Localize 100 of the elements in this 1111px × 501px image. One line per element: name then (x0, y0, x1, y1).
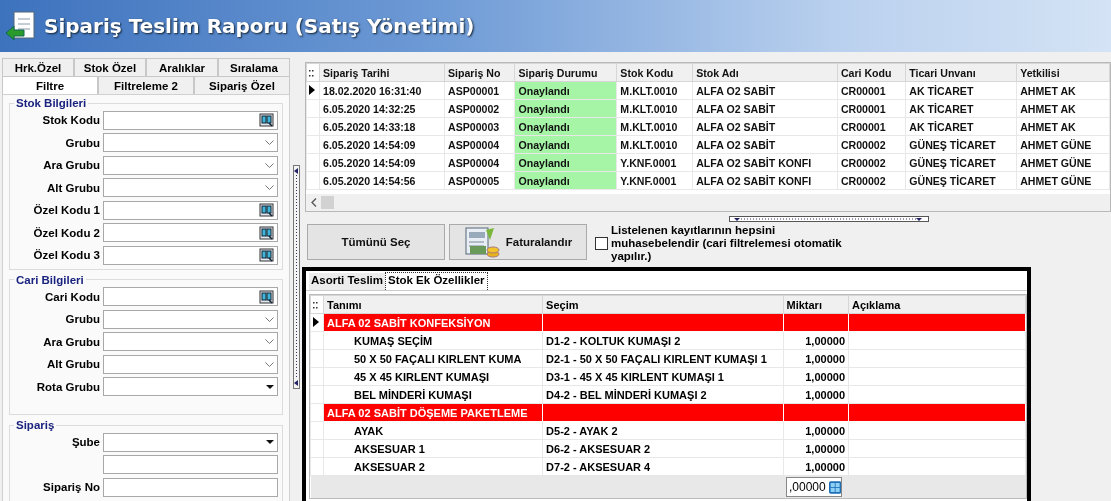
lookup-icon (259, 289, 274, 304)
table-cell: ALFA O2 SABİT KONFI (692, 153, 838, 172)
table-cell: AYAK (323, 421, 543, 440)
button[interactable]: Tümünü Seç (307, 224, 445, 260)
table-cell: M.KLT.0010 (616, 99, 693, 118)
lookup-icon (259, 225, 274, 240)
tab[interactable]: Hrk.Özel (2, 58, 74, 76)
column-header[interactable]: Sipariş Tarihi (319, 63, 445, 82)
combo-box[interactable] (103, 354, 278, 374)
combo-box[interactable] (103, 178, 278, 198)
caret-down-icon[interactable] (266, 440, 274, 445)
column-header[interactable]: Sipariş No (444, 63, 515, 82)
checkbox[interactable] (595, 237, 608, 250)
scroll-left-icon[interactable] (311, 198, 317, 207)
column-header[interactable]: Tanımı (323, 295, 543, 314)
column-header[interactable]: Miktarı (783, 295, 849, 314)
chevron-down-icon[interactable] (265, 361, 274, 367)
column-header[interactable]: Seçim (542, 295, 783, 314)
chevron-down-icon[interactable] (265, 339, 274, 345)
field-label: Özel Kodu 1 (32, 204, 101, 217)
table-cell: D6-2 - AKSESUAR 2 (542, 439, 783, 458)
table-cell: AK TİCARET (905, 99, 1017, 118)
field-label: Stok Kodu (41, 114, 101, 127)
text-field[interactable] (103, 455, 278, 475)
total-field[interactable]: ,00000 (786, 477, 842, 497)
lookup-field[interactable] (103, 200, 278, 220)
scrollbar[interactable] (306, 194, 1110, 211)
table-cell: 45 X 45 KIRLENT KUMAŞI (323, 367, 543, 386)
combo-box[interactable] (103, 332, 278, 352)
column-header[interactable]: Ticari Unvanı (905, 63, 1017, 82)
chevron-down-icon[interactable] (265, 185, 274, 191)
table-cell: 6.05.2020 14:54:09 (319, 135, 445, 154)
table-cell: AKSESUAR 1 (323, 439, 543, 458)
tab[interactable]: Filtre (2, 76, 98, 94)
report-arrow-icon (4, 9, 38, 43)
field-label: Ara Grubu (42, 159, 101, 172)
table-cell: AHMET AK (1016, 99, 1110, 118)
lookup-field[interactable] (103, 287, 278, 307)
field-label: Grubu (64, 313, 101, 326)
column-header[interactable]: Stok Adı (692, 63, 838, 82)
table-cell: AHMET GÜNE (1016, 171, 1110, 190)
chevron-down-icon[interactable] (265, 316, 274, 322)
window-title: Sipariş Teslim Raporu (Satış Yönetimi) (44, 14, 475, 38)
combo-box[interactable] (103, 309, 278, 329)
tab[interactable]: Sıralama (218, 58, 290, 76)
table-cell: ALFA O2 SABİT (692, 81, 838, 100)
lookup-field[interactable] (103, 223, 278, 243)
table-cell: 6.05.2020 14:32:25 (319, 99, 445, 118)
group-title: Stok Bilgileri (15, 97, 88, 109)
table-cell: AHMET AK (1016, 81, 1110, 100)
splitter-handle[interactable] (729, 216, 929, 222)
table-cell: D4-2 - BEL MİNDERİ KUMAŞI 2 (542, 385, 783, 404)
chevron-down-icon[interactable] (265, 140, 274, 146)
table-cell: ASP00003 (444, 117, 515, 136)
column-header[interactable]: Açıklama (848, 295, 1026, 314)
lookup-icon (259, 248, 274, 263)
scroll-thumb[interactable] (321, 196, 334, 209)
tab[interactable]: Asorti Teslim (309, 273, 385, 290)
field-label: Rota Grubu (35, 380, 101, 393)
lookup-icon (259, 113, 274, 128)
table-cell: AHMET GÜNE (1016, 153, 1110, 172)
grip-icon (313, 301, 318, 309)
table-cell: GÜNEŞ TİCARET (905, 135, 1017, 154)
column-header[interactable]: Cari Kodu (837, 63, 906, 82)
table-cell: 6.05.2020 14:54:56 (319, 171, 445, 190)
table-cell: 18.02.2020 16:31:40 (319, 81, 445, 100)
column-header[interactable]: Stok Kodu (616, 63, 693, 82)
group-title: Cari Bilgileri (15, 273, 85, 286)
table-cell: Y.KNF.0001 (616, 153, 693, 172)
lookup-field[interactable] (103, 245, 278, 265)
table-cell: D2-1 - 50 X 50 FAÇALI KIRLENT KUMAŞI 1 (542, 349, 783, 368)
table-cell: 1,00000 (783, 439, 849, 458)
combo-box[interactable] (103, 133, 278, 153)
table-cell: ALFA O2 SABİT (692, 117, 838, 136)
combo-box[interactable] (103, 155, 278, 175)
table-cell: ASP00002 (444, 99, 515, 118)
lookup-field[interactable] (103, 110, 278, 130)
tab[interactable]: Stok Ek Özellikler (385, 272, 488, 290)
lookup-icon (259, 203, 274, 218)
checkbox-label: Listelenen kayıtlarının hepsini muhasebelendir (cari filtrelemesi otomatik yapılır.) (611, 224, 843, 263)
caret-down-icon[interactable] (266, 384, 274, 389)
table-cell: ALFA O2 SABİT KONFI (692, 171, 838, 190)
column-header[interactable]: Sipariş Durumu (514, 63, 617, 82)
field-label: Sipariş No (42, 481, 101, 494)
chevron-down-icon[interactable] (265, 162, 274, 168)
splitter-handle[interactable] (292, 164, 300, 389)
table-cell: Y.KNF.0001 (616, 171, 693, 190)
table-cell: 1,00000 (783, 367, 849, 386)
table-cell: 1,00000 (783, 385, 849, 404)
column-header[interactable]: Yetkilisi (1016, 63, 1110, 82)
button[interactable]: Faturalandır (449, 224, 587, 260)
field-label: Grubu (64, 136, 101, 149)
table-cell: CR00001 (837, 99, 906, 118)
row-pointer-icon (313, 316, 319, 327)
tab[interactable]: Stok Özel (74, 58, 146, 76)
tab[interactable]: Filtreleme 2 (98, 76, 194, 94)
table-cell: CR00001 (837, 117, 906, 136)
tab[interactable]: Aralıklar (146, 58, 218, 76)
text-field[interactable] (103, 477, 278, 497)
tab[interactable]: Sipariş Özel (194, 76, 290, 94)
